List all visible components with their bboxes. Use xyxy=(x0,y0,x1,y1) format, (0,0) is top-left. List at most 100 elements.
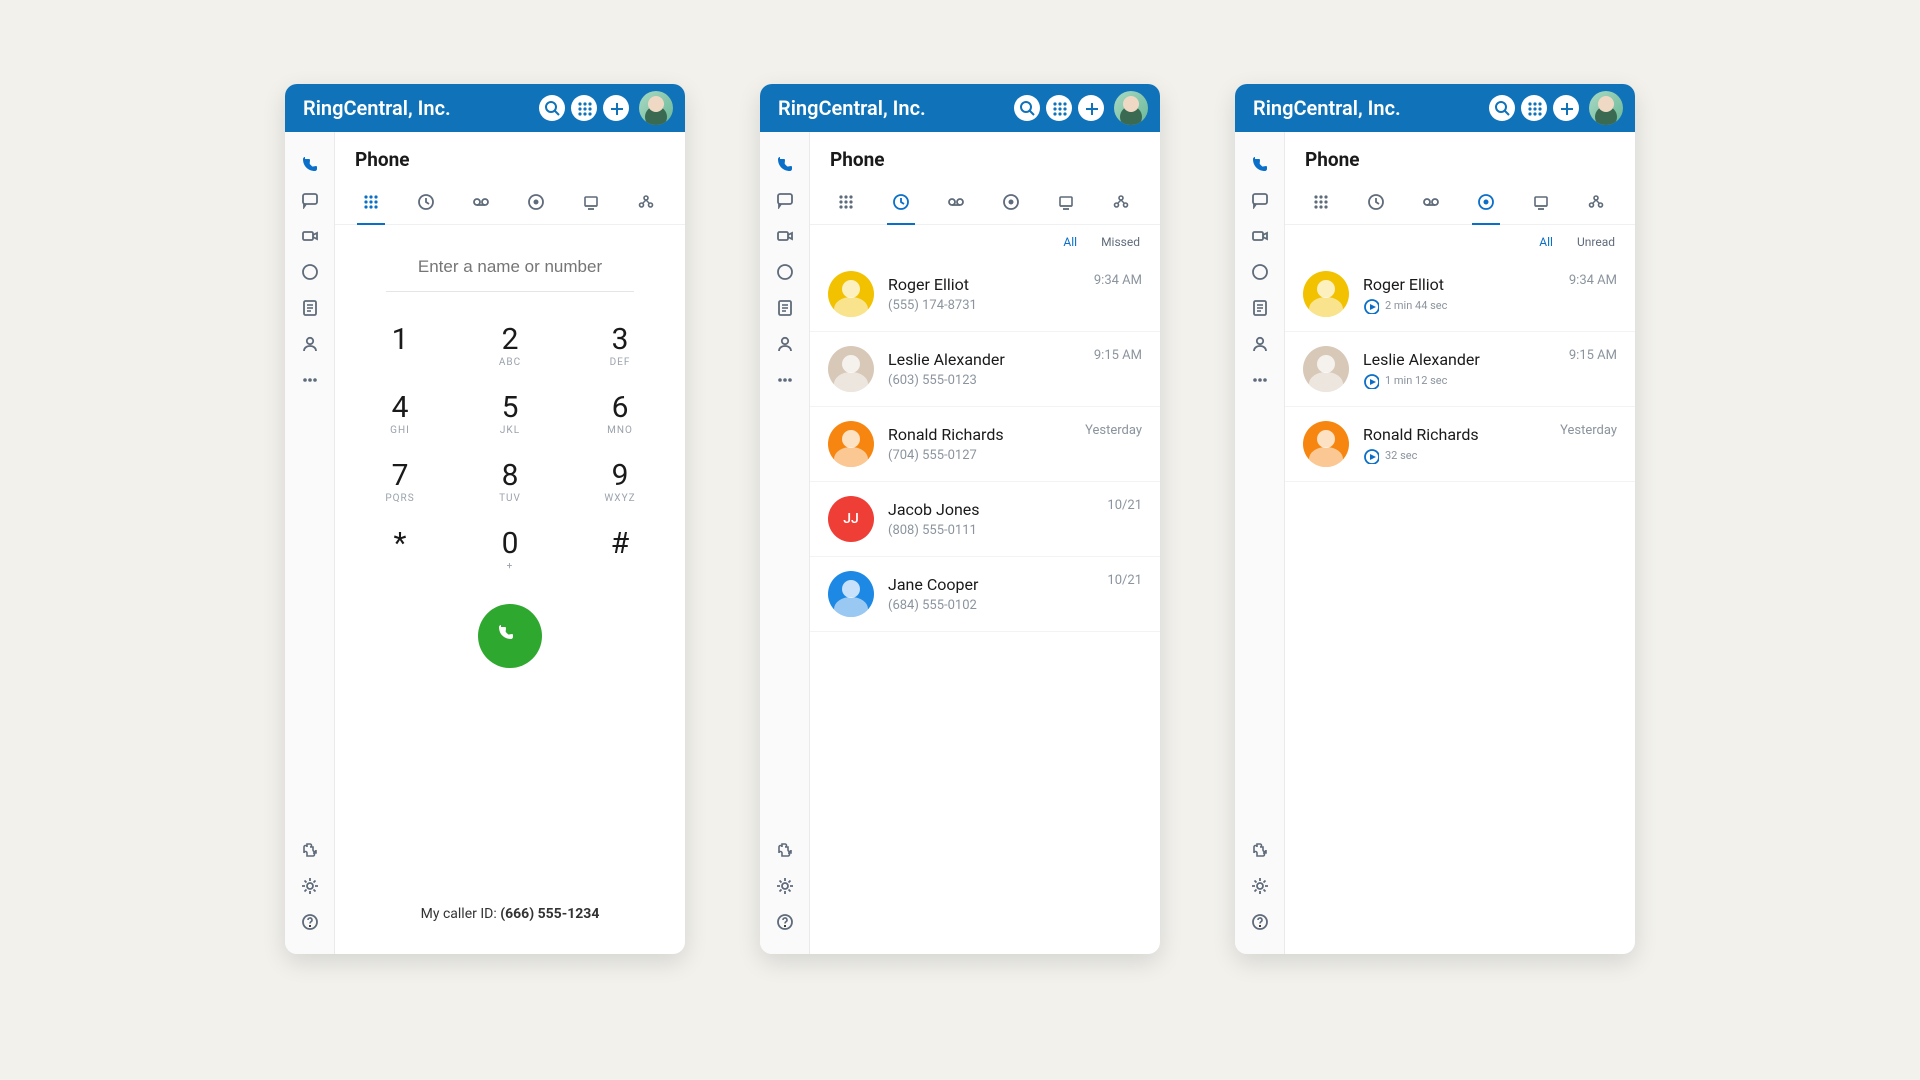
nav-more-icon[interactable] xyxy=(1235,362,1284,398)
contact-avatar: JJ xyxy=(828,496,874,542)
nav-message-icon[interactable] xyxy=(1235,254,1284,290)
call-row[interactable]: Jane Cooper(684) 555-010210/21 xyxy=(810,557,1160,632)
nav-phone-icon[interactable] xyxy=(285,146,334,182)
nav-chat-icon[interactable] xyxy=(760,182,809,218)
contact-name: Jane Cooper xyxy=(888,575,1093,594)
recording-row[interactable]: Roger Elliot2 min 44 sec9:34 AM xyxy=(1285,257,1635,332)
recording-duration: 2 min 44 sec xyxy=(1385,299,1447,312)
keypad-key[interactable]: * xyxy=(375,526,425,572)
search-button[interactable] xyxy=(1489,95,1515,121)
nav-message-icon[interactable] xyxy=(760,254,809,290)
tab-fax-icon[interactable] xyxy=(1527,181,1555,225)
nav-settings-icon[interactable] xyxy=(760,868,809,904)
tab-conference-icon[interactable] xyxy=(632,181,660,225)
nav-video-icon[interactable] xyxy=(760,218,809,254)
tab-dialpad-icon[interactable] xyxy=(832,181,860,225)
new-button[interactable] xyxy=(603,95,629,121)
nav-message-icon[interactable] xyxy=(285,254,334,290)
tab-history-icon[interactable] xyxy=(887,181,915,225)
nav-phone-icon[interactable] xyxy=(760,146,809,182)
nav-settings-icon[interactable] xyxy=(285,868,334,904)
tab-voicemail-icon[interactable] xyxy=(942,181,970,225)
dialpad-button[interactable] xyxy=(1046,95,1072,121)
filter-all[interactable]: All xyxy=(1539,235,1553,249)
keypad: 1 2ABC 3DEF 4GHI 5JKL 6MNO 7PQRS 8TUV 9WXYZ * 0+ # xyxy=(375,322,645,572)
keypad-key[interactable]: 7PQRS xyxy=(375,458,425,504)
nav-help-icon[interactable] xyxy=(285,904,334,940)
tab-recordings-icon[interactable] xyxy=(1472,181,1500,225)
play-icon[interactable] xyxy=(1363,373,1379,389)
nav-apps-icon[interactable] xyxy=(760,832,809,868)
keypad-key[interactable]: 5JKL xyxy=(485,390,535,436)
nav-help-icon[interactable] xyxy=(1235,904,1284,940)
dialpad-button[interactable] xyxy=(571,95,597,121)
keypad-key[interactable]: 2ABC xyxy=(485,322,535,368)
tab-conference-icon[interactable] xyxy=(1582,181,1610,225)
nav-video-icon[interactable] xyxy=(1235,218,1284,254)
call-time: 9:15 AM xyxy=(1094,348,1142,363)
nav-chat-icon[interactable] xyxy=(1235,182,1284,218)
profile-avatar[interactable] xyxy=(639,91,673,125)
call-row-main: Roger Elliot(555) 174-8731 xyxy=(888,275,1080,313)
tab-dialpad-icon[interactable] xyxy=(1307,181,1335,225)
tab-fax-icon[interactable] xyxy=(577,181,605,225)
call-button[interactable] xyxy=(478,604,542,668)
play-icon[interactable] xyxy=(1363,448,1379,464)
filter-unread[interactable]: Unread xyxy=(1577,235,1615,249)
nav-phone-icon[interactable] xyxy=(1235,146,1284,182)
nav-settings-icon[interactable] xyxy=(1235,868,1284,904)
dialpad-button[interactable] xyxy=(1521,95,1547,121)
key-digit: 1 xyxy=(375,322,425,357)
keypad-key[interactable]: 8TUV xyxy=(485,458,535,504)
nav-contacts-icon[interactable] xyxy=(285,326,334,362)
profile-avatar[interactable] xyxy=(1589,91,1623,125)
nav-chat-icon[interactable] xyxy=(285,182,334,218)
keypad-key[interactable]: 6MNO xyxy=(595,390,645,436)
tab-recordings-icon[interactable] xyxy=(522,181,550,225)
keypad-key[interactable]: 1 xyxy=(375,322,425,368)
recording-row[interactable]: Leslie Alexander1 min 12 sec9:15 AM xyxy=(1285,332,1635,407)
nav-apps-icon[interactable] xyxy=(285,832,334,868)
search-button[interactable] xyxy=(539,95,565,121)
tab-history-icon[interactable] xyxy=(412,181,440,225)
tab-voicemail-icon[interactable] xyxy=(467,181,495,225)
new-button[interactable] xyxy=(1078,95,1104,121)
contact-name: Roger Elliot xyxy=(1363,275,1555,294)
nav-contacts-icon[interactable] xyxy=(1235,326,1284,362)
recording-row[interactable]: Ronald Richards32 secYesterday xyxy=(1285,407,1635,482)
tab-voicemail-icon[interactable] xyxy=(1417,181,1445,225)
keypad-key[interactable]: 3DEF xyxy=(595,322,645,368)
phone-tabs xyxy=(1285,181,1635,225)
nav-apps-icon[interactable] xyxy=(1235,832,1284,868)
call-row[interactable]: Roger Elliot(555) 174-87319:34 AM xyxy=(810,257,1160,332)
play-icon[interactable] xyxy=(1363,298,1379,314)
nav-more-icon[interactable] xyxy=(285,362,334,398)
profile-avatar[interactable] xyxy=(1114,91,1148,125)
nav-more-icon[interactable] xyxy=(760,362,809,398)
tab-history-icon[interactable] xyxy=(1362,181,1390,225)
phone-panel-recordings: RingCentral, Inc. Phone xyxy=(1235,84,1635,954)
nav-contacts-icon[interactable] xyxy=(760,326,809,362)
nav-help-icon[interactable] xyxy=(760,904,809,940)
filter-missed[interactable]: Missed xyxy=(1101,235,1140,249)
tab-dialpad-icon[interactable] xyxy=(357,181,385,225)
call-row[interactable]: JJJacob Jones(808) 555-011110/21 xyxy=(810,482,1160,557)
new-button[interactable] xyxy=(1553,95,1579,121)
tab-recordings-icon[interactable] xyxy=(997,181,1025,225)
keypad-key[interactable]: 4GHI xyxy=(375,390,425,436)
tab-conference-icon[interactable] xyxy=(1107,181,1135,225)
nav-notes-icon[interactable] xyxy=(285,290,334,326)
keypad-key[interactable]: # xyxy=(595,526,645,572)
dial-input[interactable] xyxy=(386,249,634,292)
filter-all[interactable]: All xyxy=(1063,235,1077,249)
search-button[interactable] xyxy=(1014,95,1040,121)
nav-notes-icon[interactable] xyxy=(1235,290,1284,326)
call-row[interactable]: Leslie Alexander(603) 555-01239:15 AM xyxy=(810,332,1160,407)
nav-video-icon[interactable] xyxy=(285,218,334,254)
tab-fax-icon[interactable] xyxy=(1052,181,1080,225)
keypad-key[interactable]: 9WXYZ xyxy=(595,458,645,504)
key-digit: 4 xyxy=(375,390,425,425)
call-row[interactable]: Ronald Richards(704) 555-0127Yesterday xyxy=(810,407,1160,482)
keypad-key[interactable]: 0+ xyxy=(485,526,535,572)
nav-notes-icon[interactable] xyxy=(760,290,809,326)
